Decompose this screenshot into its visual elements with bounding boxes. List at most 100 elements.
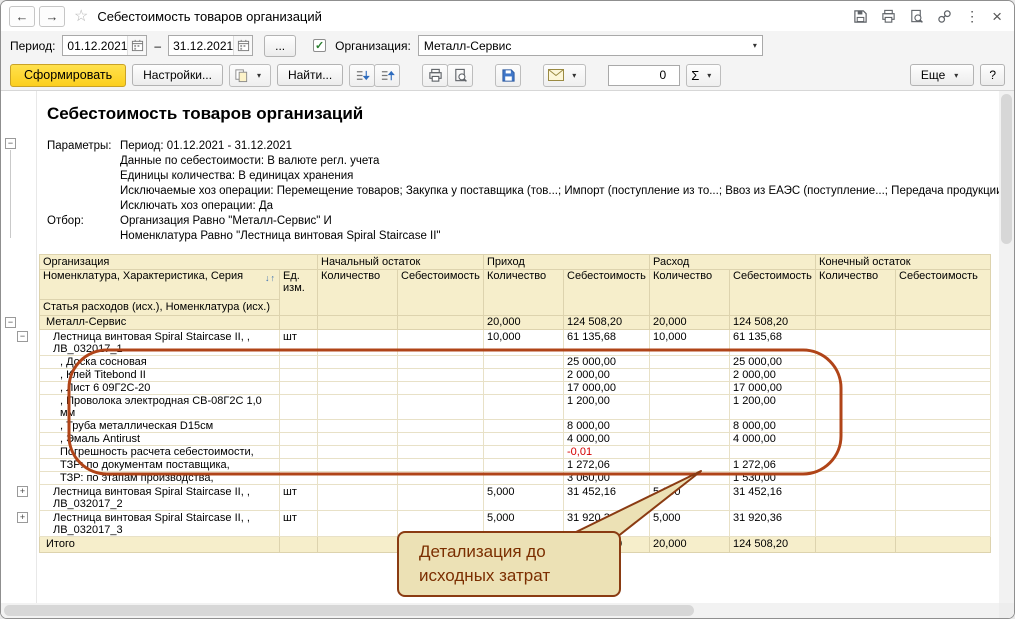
cell-value[interactable] (318, 356, 398, 369)
cell-value[interactable]: 25 000,00 (564, 356, 650, 369)
cell-name[interactable]: Итого (40, 537, 280, 553)
close-icon[interactable]: × (992, 8, 1002, 25)
cell-value[interactable]: 2 000,00 (564, 369, 650, 382)
cell-unit[interactable] (280, 446, 318, 459)
cell-value[interactable]: 3 060,00 (564, 472, 650, 485)
cell-value[interactable] (484, 382, 564, 395)
cell-value[interactable]: 124 508,20 (730, 537, 816, 553)
generate-button[interactable]: Сформировать (10, 64, 126, 87)
cell-unit[interactable] (280, 433, 318, 446)
cell-value[interactable]: 10,000 (484, 330, 564, 356)
cell-unit[interactable]: шт (280, 511, 318, 537)
cell-value[interactable] (896, 382, 991, 395)
cell-value[interactable] (398, 459, 484, 472)
cell-value[interactable]: 2 000,00 (730, 369, 816, 382)
calendar-icon[interactable] (127, 36, 146, 55)
cell-value[interactable] (484, 459, 564, 472)
cell-value[interactable]: 1 200,00 (564, 395, 650, 420)
print-icon[interactable] (881, 9, 896, 24)
table-row-item[interactable]: Лестница винтовая Spiral Staircase II, ,… (40, 330, 991, 356)
cell-value[interactable]: 31 452,16 (730, 485, 816, 511)
organization-checkbox[interactable]: ✓ (313, 39, 326, 52)
calendar-icon[interactable] (233, 36, 252, 55)
cell-value[interactable] (318, 420, 398, 433)
cell-value[interactable] (816, 316, 896, 330)
table-row-detail[interactable]: , Труба металлическая D15см8 000,008 000… (40, 420, 991, 433)
cell-unit[interactable] (280, 356, 318, 369)
cell-value[interactable] (318, 446, 398, 459)
cell-value[interactable] (318, 537, 398, 553)
cell-value[interactable] (484, 356, 564, 369)
horizontal-scrollbar[interactable] (1, 603, 999, 618)
cell-value[interactable] (816, 356, 896, 369)
cell-value[interactable] (816, 472, 896, 485)
cell-value[interactable] (816, 446, 896, 459)
kebab-menu-icon[interactable]: ⋮ (965, 8, 979, 25)
cell-value[interactable] (318, 330, 398, 356)
cell-value[interactable] (896, 511, 991, 537)
table-row-detail[interactable]: ТЗР: по этапам производства,3 060,001 53… (40, 472, 991, 485)
cell-value[interactable] (650, 369, 730, 382)
print-preview-button[interactable] (447, 64, 473, 87)
table-row-detail[interactable]: , Клей Titebond II 2 000,00 2 000,00 (40, 369, 991, 382)
more-button[interactable]: Еще ▾ (910, 64, 974, 86)
cell-value[interactable] (318, 511, 398, 537)
cell-value[interactable] (896, 446, 991, 459)
cell-value[interactable]: 8 000,00 (564, 420, 650, 433)
sum-button[interactable]: Σ ▾ (686, 64, 721, 87)
forward-button[interactable]: → (39, 6, 65, 27)
cell-unit[interactable] (280, 316, 318, 330)
cell-value[interactable] (816, 537, 896, 553)
cell-unit[interactable] (280, 459, 318, 472)
cell-value[interactable]: 20,000 (484, 316, 564, 330)
settings-button[interactable]: Настройки... (132, 64, 223, 86)
cell-value[interactable]: -0,01 (564, 446, 650, 459)
link-icon[interactable] (937, 9, 952, 24)
back-button[interactable]: ← (9, 6, 35, 27)
cell-value[interactable] (318, 472, 398, 485)
cell-value[interactable] (896, 537, 991, 553)
cell-name[interactable]: ТЗР: по этапам производства, (40, 472, 280, 485)
cell-value[interactable] (650, 395, 730, 420)
cell-value[interactable]: 20,000 (650, 537, 730, 553)
cell-value[interactable] (816, 369, 896, 382)
period-from-input[interactable] (63, 39, 127, 53)
cell-value[interactable]: 5,000 (650, 511, 730, 537)
cell-value[interactable] (318, 485, 398, 511)
cell-name[interactable]: Металл-Сервис (40, 316, 280, 330)
chevron-down-icon[interactable]: ▾ (748, 41, 762, 50)
cell-value[interactable]: 31 920,36 (730, 511, 816, 537)
print-button[interactable] (422, 64, 448, 87)
cell-unit[interactable] (280, 369, 318, 382)
expand-groups-button[interactable] (349, 64, 375, 87)
cell-unit[interactable] (280, 395, 318, 420)
cell-unit[interactable] (280, 472, 318, 485)
cell-value[interactable] (398, 433, 484, 446)
cell-name[interactable]: Лестница винтовая Spiral Staircase II, ,… (40, 330, 280, 356)
collapse-groups-button[interactable] (374, 64, 400, 87)
cell-value[interactable] (318, 433, 398, 446)
cell-name[interactable]: Лестница винтовая Spiral Staircase II, ,… (40, 511, 280, 537)
cell-value[interactable] (398, 369, 484, 382)
cell-value[interactable] (398, 485, 484, 511)
cell-value[interactable] (318, 382, 398, 395)
cell-value[interactable] (816, 485, 896, 511)
cell-name[interactable]: , Клей Titebond II (40, 369, 280, 382)
cell-value[interactable] (730, 446, 816, 459)
autosum-field[interactable] (608, 65, 680, 86)
table-row-detail[interactable]: ТЗР: по документам поставщика,1 272,061 … (40, 459, 991, 472)
period-to-input[interactable] (169, 39, 233, 53)
cell-value[interactable] (816, 433, 896, 446)
cell-value[interactable]: 10,000 (650, 330, 730, 356)
cell-value[interactable] (484, 420, 564, 433)
cell-value[interactable] (896, 433, 991, 446)
vertical-scrollbar[interactable] (999, 91, 1014, 603)
cell-value[interactable] (896, 316, 991, 330)
cell-name[interactable]: , Доска сосновая (40, 356, 280, 369)
cell-name[interactable]: ТЗР: по документам поставщика, (40, 459, 280, 472)
table-row-detail[interactable]: , Эмаль Antirust4 000,004 000,00 (40, 433, 991, 446)
cell-value[interactable] (816, 459, 896, 472)
help-button[interactable]: ? (980, 64, 1005, 86)
cell-value[interactable]: 1 200,00 (730, 395, 816, 420)
cell-value[interactable] (896, 356, 991, 369)
